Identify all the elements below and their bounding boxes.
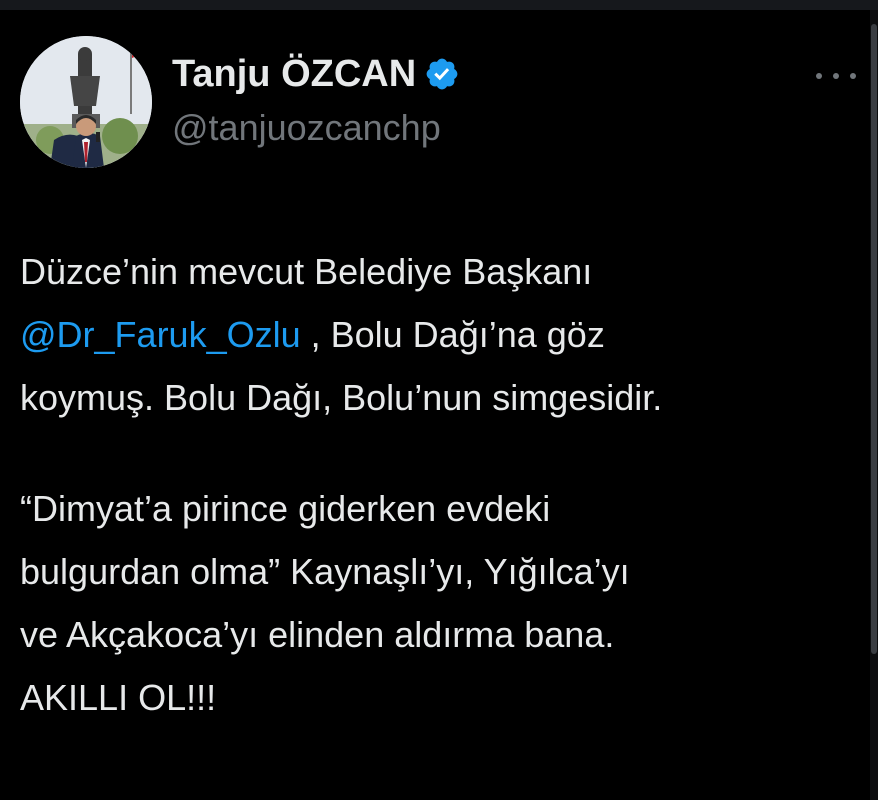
scrollbar-thumb[interactable] xyxy=(871,24,877,654)
tweet-header: Tanju ÖZCAN @tanjuozcanchp xyxy=(20,36,860,170)
top-bar xyxy=(0,0,878,10)
name-row: Tanju ÖZCAN xyxy=(172,50,460,98)
tweet-line: “Dimyat’a pirince giderken evdeki xyxy=(20,488,551,529)
mention-link[interactable]: @Dr_Faruk_Ozlu xyxy=(20,314,301,355)
tweet-line-text: , Bolu Dağı’na göz xyxy=(300,314,605,355)
more-options-icon[interactable] xyxy=(816,66,856,86)
scrollbar-track[interactable] xyxy=(870,10,878,800)
display-name[interactable]: Tanju ÖZCAN xyxy=(172,50,416,98)
more-dot xyxy=(850,73,856,79)
author-block: Tanju ÖZCAN @tanjuozcanchp xyxy=(172,50,460,150)
more-dot xyxy=(833,73,839,79)
tweet-line: bulgurdan olma” Kaynaşlı’yı, Yığılca’yı xyxy=(20,551,630,592)
tweet-line: Düzce’nin mevcut Belediye Başkanı xyxy=(20,251,593,292)
handle[interactable]: @tanjuozcanchp xyxy=(172,106,460,150)
tweet-line: ve Akçakoca’yı elinden aldırma bana. xyxy=(20,614,615,655)
tweet-text: Düzce’nin mevcut Belediye Başkanı @Dr_Fa… xyxy=(20,240,860,729)
avatar[interactable] xyxy=(20,36,152,168)
more-dot xyxy=(816,73,822,79)
tweet-line: @Dr_Faruk_Ozlu , Bolu Dağı’na göz xyxy=(20,303,860,366)
verified-badge-icon xyxy=(424,56,460,92)
tweet-line: koymuş. Bolu Dağı, Bolu’nun simgesidir. xyxy=(20,377,663,418)
avatar-photo xyxy=(20,36,152,168)
tweet-line: AKILLI OL!!! xyxy=(20,677,217,718)
